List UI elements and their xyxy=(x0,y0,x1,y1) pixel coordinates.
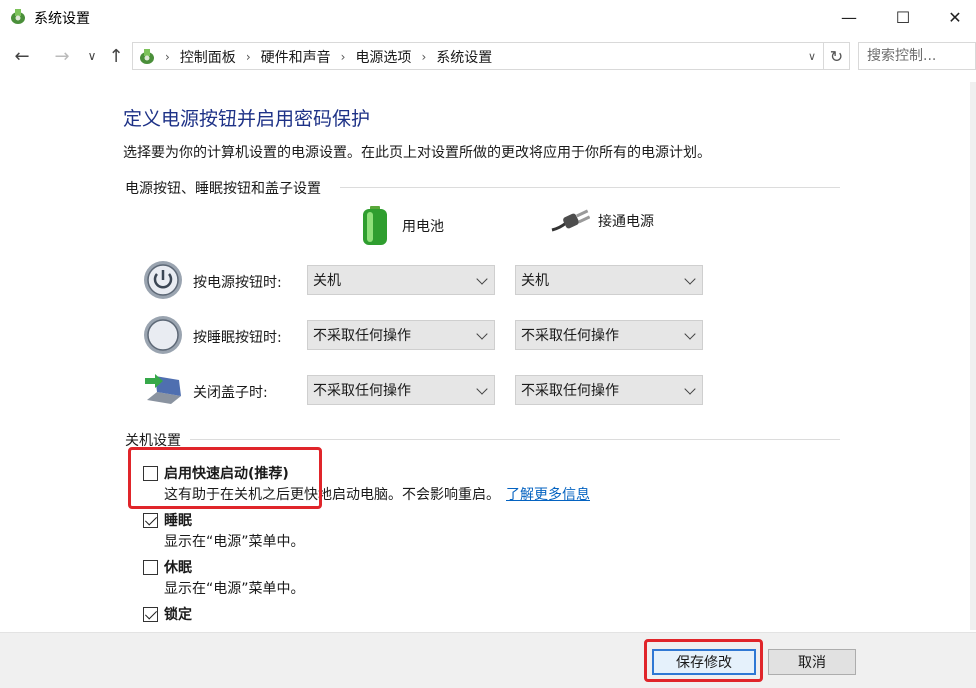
page-description: 选择要为你的计算机设置的电源设置。在此页上对设置所做的更改将应用于你所有的电源计… xyxy=(123,145,711,161)
hibernate-checkbox[interactable] xyxy=(143,559,158,575)
hibernate-description: 显示在“电源”菜单中。 xyxy=(164,581,305,597)
address-dropdown-icon[interactable]: ∨ xyxy=(803,47,821,65)
back-icon[interactable]: ← xyxy=(10,44,34,68)
power-button-plugged-select[interactable]: 关机 xyxy=(515,265,703,295)
column-label: 用电池 xyxy=(402,219,444,235)
power-button-label: 按电源按钮时: xyxy=(193,275,282,291)
highlight-box xyxy=(644,639,763,682)
lid-close-label: 关闭盖子时: xyxy=(193,385,268,401)
footer-bar: 保存修改 取消 xyxy=(0,632,976,688)
sleep-button-battery-select[interactable]: 不采取任何操作 xyxy=(307,320,495,350)
section-divider xyxy=(340,187,840,188)
content-area: 定义电源按钮并启用密码保护 选择要为你的计算机设置的电源设置。在此页上对设置所做… xyxy=(0,78,976,632)
minimize-button[interactable]: — xyxy=(826,0,872,34)
chevron-down-icon xyxy=(476,273,488,285)
vertical-scrollbar[interactable] xyxy=(970,82,976,630)
hibernate-label[interactable]: 休眠 xyxy=(164,557,192,577)
cancel-button[interactable]: 取消 xyxy=(768,649,856,675)
lid-close-battery-select[interactable]: 不采取任何操作 xyxy=(307,375,495,405)
breadcrumb-separator: › xyxy=(165,50,170,64)
breadcrumb-item[interactable]: 控制面板 xyxy=(180,47,236,67)
lock-label[interactable]: 锁定 xyxy=(164,604,192,624)
breadcrumb-separator[interactable]: › xyxy=(246,50,251,64)
chevron-down-icon xyxy=(684,273,696,285)
column-header-battery: 用电池 xyxy=(360,206,444,246)
select-value: 不采取任何操作 xyxy=(313,328,411,344)
laptop-lid-icon xyxy=(145,374,181,404)
control-panel-icon xyxy=(140,49,154,64)
close-button[interactable]: ✕ xyxy=(932,0,976,34)
breadcrumb-item[interactable]: 系统设置 xyxy=(436,47,492,67)
sleep-icon xyxy=(144,316,182,354)
select-value: 不采取任何操作 xyxy=(521,383,619,399)
refresh-icon[interactable]: ↻ xyxy=(824,42,850,70)
chevron-down-icon xyxy=(684,328,696,340)
address-bar[interactable]: › 控制面板 › 硬件和声音 › 电源选项 › 系统设置 ∨ xyxy=(132,42,824,70)
hibernate-option[interactable]: 休眠 xyxy=(143,557,192,577)
lock-checkbox[interactable] xyxy=(143,606,158,622)
select-value: 关机 xyxy=(521,273,549,289)
select-value: 不采取任何操作 xyxy=(313,383,411,399)
breadcrumb: › 控制面板 › 硬件和声音 › 电源选项 › 系统设置 xyxy=(161,47,492,67)
sleep-option[interactable]: 睡眠 xyxy=(143,510,192,530)
search-box[interactable] xyxy=(858,42,976,70)
navigation-bar: ← → ∨ ↑ › 控制面板 › 硬件和声音 › 电源选项 › 系统设置 ∨ ↻ xyxy=(0,36,976,76)
forward-icon[interactable]: → xyxy=(50,44,74,68)
control-panel-icon xyxy=(11,9,25,24)
sleep-button-plugged-select[interactable]: 不采取任何操作 xyxy=(515,320,703,350)
sleep-checkbox[interactable] xyxy=(143,512,158,528)
battery-icon xyxy=(363,206,387,245)
section-divider xyxy=(190,439,840,440)
power-icon xyxy=(144,261,182,299)
section-heading-buttons: 电源按钮、睡眠按钮和盖子设置 xyxy=(125,181,321,197)
page-title: 定义电源按钮并启用密码保护 xyxy=(123,108,371,130)
sleep-button-label: 按睡眠按钮时: xyxy=(193,330,282,346)
breadcrumb-item[interactable]: 硬件和声音 xyxy=(261,47,331,67)
chevron-down-icon xyxy=(684,383,696,395)
power-button-battery-select[interactable]: 关机 xyxy=(307,265,495,295)
maximize-button[interactable]: ☐ xyxy=(880,0,926,34)
chevron-down-icon xyxy=(476,383,488,395)
breadcrumb-separator[interactable]: › xyxy=(341,50,346,64)
column-label: 接通电源 xyxy=(598,214,654,230)
lock-option[interactable]: 锁定 xyxy=(143,604,192,624)
highlight-box xyxy=(128,447,322,509)
sleep-label[interactable]: 睡眠 xyxy=(164,510,192,530)
select-value: 关机 xyxy=(313,273,341,289)
window-title: 系统设置 xyxy=(34,11,90,27)
up-icon[interactable]: ↑ xyxy=(104,44,128,68)
plug-icon xyxy=(551,209,590,232)
title-bar: 系统设置 — ☐ ✕ xyxy=(0,0,976,34)
select-value: 不采取任何操作 xyxy=(521,328,619,344)
recent-locations-icon[interactable]: ∨ xyxy=(80,44,104,68)
learn-more-link[interactable]: 了解更多信息 xyxy=(506,487,590,503)
column-header-plugged: 接通电源 xyxy=(550,206,654,236)
search-input[interactable] xyxy=(859,43,975,69)
sleep-description: 显示在“电源”菜单中。 xyxy=(164,534,305,550)
lid-close-plugged-select[interactable]: 不采取任何操作 xyxy=(515,375,703,405)
breadcrumb-separator[interactable]: › xyxy=(421,50,426,64)
breadcrumb-item[interactable]: 电源选项 xyxy=(355,47,411,67)
chevron-down-icon xyxy=(476,328,488,340)
